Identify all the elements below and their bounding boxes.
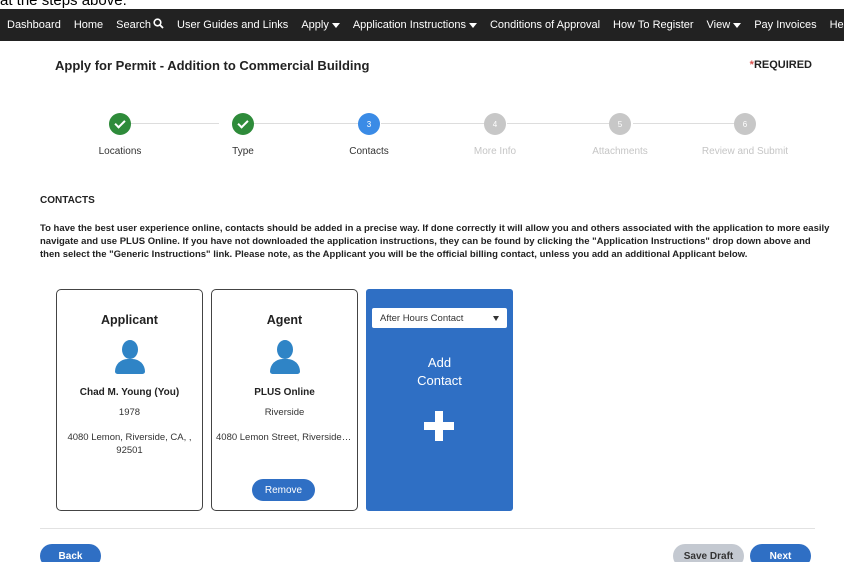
nav-help-label: Hel: [829, 19, 844, 31]
caret-down-icon: [331, 22, 340, 28]
plus-icon[interactable]: [424, 411, 454, 441]
nav-dashboard[interactable]: Dashboard: [7, 19, 61, 31]
step-label: Attachments: [592, 146, 648, 157]
add-contact-label: Add Contact: [366, 354, 513, 390]
contact-role: Agent: [266, 313, 303, 327]
step-type[interactable]: Type: [183, 110, 303, 157]
next-button[interactable]: Next: [750, 544, 811, 562]
progress-steps: Locations Type 3 Contacts 4 More Info 5 …: [55, 110, 815, 170]
contact-card-agent[interactable]: Agent PLUS Online Riverside 4080 Lemon S…: [211, 289, 358, 511]
add-contact-card[interactable]: After Hours Contact Add Contact: [366, 289, 513, 511]
nav-pay-invoices-label: Pay Invoices: [754, 19, 817, 31]
checkmark-icon: [114, 117, 126, 129]
contact-name: Chad M. Young (You): [79, 387, 180, 398]
nav-conditions-label: Conditions of Approval: [489, 19, 601, 31]
nav-apply[interactable]: Apply: [301, 19, 340, 31]
search-icon: [153, 18, 164, 32]
required-indicator: *REQUIRED: [750, 59, 812, 71]
nav-view-label: View: [706, 19, 731, 31]
section-heading: CONTACTS: [40, 195, 95, 206]
contact-type-select-value: After Hours Contact: [380, 312, 464, 324]
nav-home-label: Home: [73, 19, 104, 31]
nav-view[interactable]: View: [707, 19, 742, 31]
footer-divider: [40, 528, 815, 529]
nav-search-label: Search: [116, 19, 152, 31]
top-caption-text: at the steps above.: [0, 0, 127, 9]
step-complete-icon: [109, 113, 131, 135]
nav-how-to-register[interactable]: How To Register: [613, 19, 694, 31]
step-number-badge: 4: [484, 113, 506, 135]
save-draft-button[interactable]: Save Draft: [673, 544, 744, 562]
step-review-and-submit[interactable]: 6 Review and Submit: [685, 110, 805, 157]
step-more-info[interactable]: 4 More Info: [435, 110, 555, 157]
intro-text: To have the best user experience online,…: [40, 223, 830, 260]
step-attachments[interactable]: 5 Attachments: [560, 110, 680, 157]
caret-down-icon: [493, 316, 499, 321]
nav-pay-invoices[interactable]: Pay Invoices: [754, 19, 816, 31]
step-label: Review and Submit: [701, 146, 789, 157]
step-number-badge: 5: [609, 113, 631, 135]
step-locations[interactable]: Locations: [60, 110, 180, 157]
required-label: REQUIRED: [753, 59, 812, 71]
avatar-icon: [114, 340, 146, 374]
contact-role: Applicant: [101, 313, 158, 327]
contact-address: 4080 Lemon, Riverside, CA, , 92501: [67, 432, 192, 456]
contact-name: PLUS Online: [254, 387, 315, 398]
contact-address: 4080 Lemon Street, Riverside, CA: [216, 432, 357, 443]
checkmark-icon: [237, 117, 249, 129]
nav-application-instructions-label: Application Instructions: [352, 19, 466, 31]
avatar-icon: [269, 340, 301, 374]
add-contact-label-line2: Contact: [417, 373, 462, 388]
add-contact-label-line1: Add: [427, 355, 452, 370]
step-label: More Info: [473, 146, 517, 157]
contact-type-select[interactable]: After Hours Contact: [372, 308, 507, 328]
contact-detail: Riverside: [264, 407, 305, 418]
top-navbar: Dashboard Home Search User Guides and Li…: [0, 9, 844, 41]
caret-down-icon: [733, 22, 742, 28]
remove-contact-button[interactable]: Remove: [252, 479, 315, 501]
nav-search[interactable]: Search: [116, 18, 164, 32]
step-number-badge: 6: [734, 113, 756, 135]
nav-apply-label: Apply: [301, 19, 329, 31]
page-title: Apply for Permit - Addition to Commercia…: [55, 58, 370, 73]
nav-home[interactable]: Home: [74, 19, 103, 31]
step-label: Locations: [98, 146, 142, 157]
nav-user-guides[interactable]: User Guides and Links: [177, 19, 288, 31]
caret-down-icon: [468, 22, 477, 28]
step-number-badge: 3: [358, 113, 380, 135]
step-contacts[interactable]: 3 Contacts: [309, 110, 429, 157]
contact-detail: 1978: [118, 407, 141, 418]
step-label: Type: [232, 146, 254, 157]
contact-card-applicant[interactable]: Applicant Chad M. Young (You) 1978 4080 …: [56, 289, 203, 511]
nav-application-instructions[interactable]: Application Instructions: [353, 19, 477, 31]
step-label: Contacts: [349, 146, 389, 157]
back-button[interactable]: Back: [40, 544, 101, 562]
step-complete-icon: [232, 113, 254, 135]
nav-help[interactable]: Hel: [830, 19, 844, 31]
nav-dashboard-label: Dashboard: [7, 19, 61, 31]
nav-user-guides-label: User Guides and Links: [177, 19, 289, 31]
nav-conditions-of-approval[interactable]: Conditions of Approval: [490, 19, 600, 31]
nav-how-to-register-label: How To Register: [613, 19, 694, 31]
